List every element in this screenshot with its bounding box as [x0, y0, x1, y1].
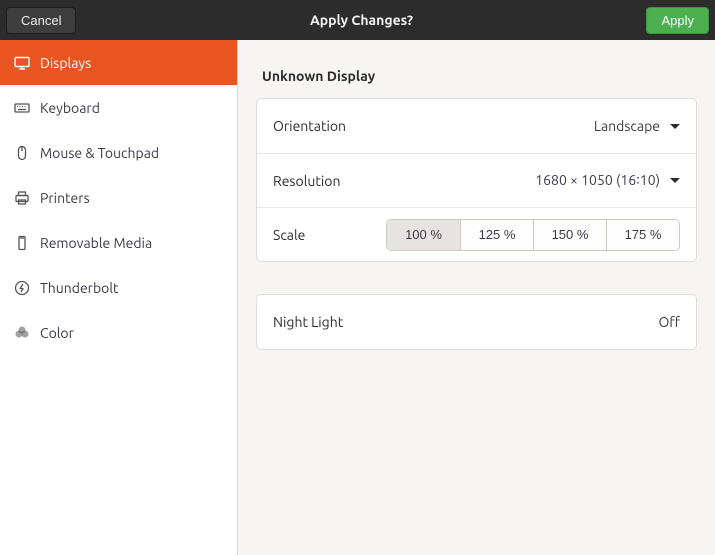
sidebar-item-label: Printers — [40, 190, 90, 206]
sidebar: Displays Keyboard Mouse & Touchpad Print… — [0, 40, 238, 555]
resolution-row[interactable]: Resolution 1680 × 1050 (16∶10) — [257, 153, 696, 207]
scale-option-150[interactable]: 150 % — [533, 220, 606, 250]
orientation-value: Landscape — [594, 118, 660, 134]
night-light-label: Night Light — [273, 314, 658, 330]
mouse-icon — [14, 145, 30, 161]
sidebar-item-label: Thunderbolt — [40, 280, 119, 296]
sidebar-item-removable[interactable]: Removable Media — [0, 220, 237, 265]
scale-option-125[interactable]: 125 % — [460, 220, 533, 250]
sidebar-item-label: Color — [40, 325, 74, 341]
orientation-row[interactable]: Orientation Landscape — [257, 99, 696, 153]
header-bar: Cancel Apply Changes? Apply — [0, 0, 715, 40]
sidebar-item-color[interactable]: Color — [0, 310, 237, 355]
scale-option-100[interactable]: 100 % — [387, 220, 460, 250]
sidebar-item-label: Removable Media — [40, 235, 152, 251]
apply-button[interactable]: Apply — [646, 7, 709, 34]
night-light-value: Off — [658, 314, 680, 330]
chevron-down-icon — [670, 178, 680, 183]
cancel-button[interactable]: Cancel — [6, 7, 76, 34]
printer-icon — [14, 190, 30, 206]
keyboard-icon — [14, 100, 30, 116]
sidebar-item-label: Displays — [40, 55, 91, 71]
sidebar-item-printers[interactable]: Printers — [0, 175, 237, 220]
header-title: Apply Changes? — [76, 12, 646, 28]
chevron-down-icon — [670, 124, 680, 129]
sidebar-item-label: Mouse & Touchpad — [40, 145, 159, 161]
sidebar-item-keyboard[interactable]: Keyboard — [0, 85, 237, 130]
content-area: Unknown Display Orientation Landscape Re… — [238, 40, 715, 555]
resolution-value: 1680 × 1050 (16∶10) — [535, 172, 660, 189]
scale-row: Scale 100 % 125 % 150 % 175 % — [257, 207, 696, 261]
thunderbolt-icon — [14, 280, 30, 296]
scale-segmented-control: 100 % 125 % 150 % 175 % — [386, 219, 680, 251]
sidebar-item-label: Keyboard — [40, 100, 100, 116]
resolution-label: Resolution — [273, 173, 535, 189]
removable-media-icon — [14, 235, 30, 251]
sidebar-item-thunderbolt[interactable]: Thunderbolt — [0, 265, 237, 310]
display-settings-panel: Orientation Landscape Resolution 1680 × … — [256, 98, 697, 262]
section-title: Unknown Display — [256, 40, 697, 98]
scale-label: Scale — [273, 227, 386, 243]
sidebar-item-displays[interactable]: Displays — [0, 40, 237, 85]
sidebar-item-mouse[interactable]: Mouse & Touchpad — [0, 130, 237, 175]
night-light-row[interactable]: Night Light Off — [257, 295, 696, 349]
orientation-label: Orientation — [273, 118, 594, 134]
scale-option-175[interactable]: 175 % — [606, 220, 679, 250]
night-light-panel: Night Light Off — [256, 294, 697, 350]
color-icon — [14, 325, 30, 341]
display-icon — [14, 55, 30, 71]
